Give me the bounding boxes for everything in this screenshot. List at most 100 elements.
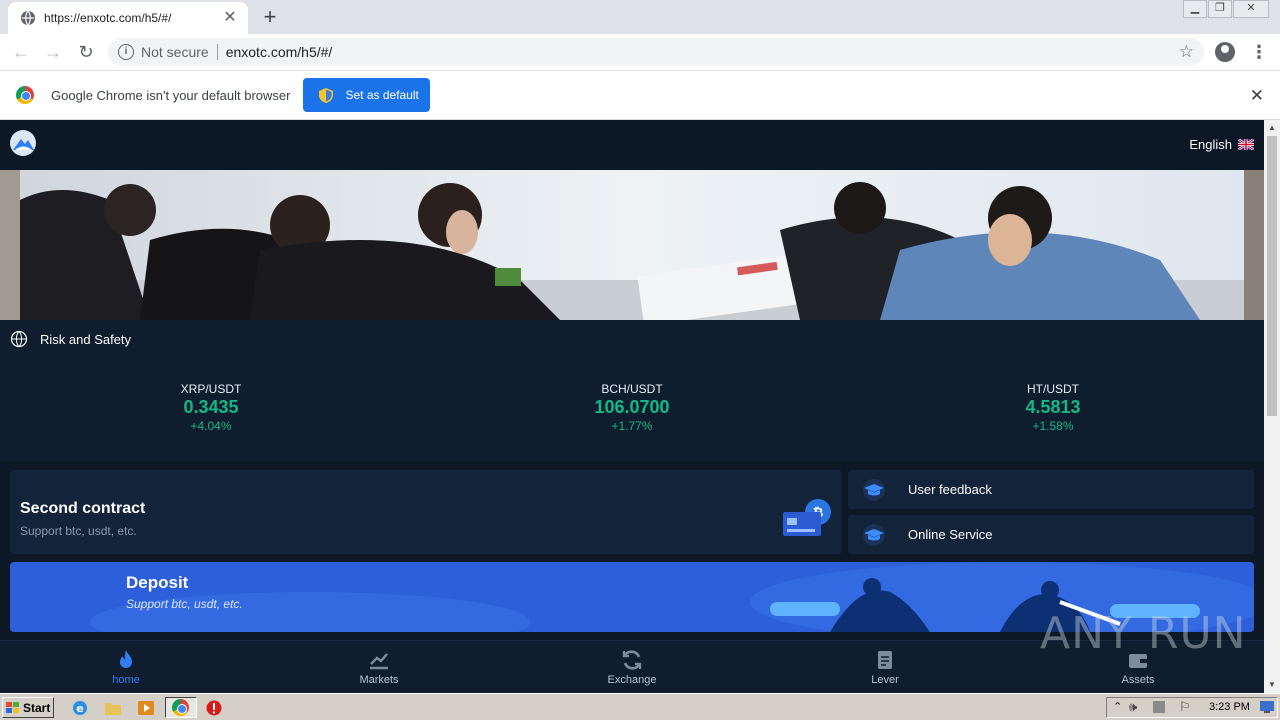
side-link-label: User feedback [908,482,992,497]
browser-toolbar: ← → ↻ i Not secure enxotc.com/h5/#/ ☆ ⋮ [0,34,1280,71]
ticker-change: +1.77% [611,419,653,433]
start-label: Start [23,700,51,715]
chrome-logo-icon [16,86,34,104]
banner-photo [20,170,1244,320]
flame-icon [120,650,132,668]
nav-home[interactable]: home [81,649,171,686]
windows-taskbar: Start e ⌃ 🕪 ⚐ 3:23 PM [0,693,1280,720]
ticker-xrp[interactable]: XRP/USDT 0.3435 +4.04% [111,382,311,433]
ticker-ht[interactable]: HT/USDT 4.5813 +1.58% [953,382,1153,433]
tab-close-icon[interactable]: ✕ [222,10,238,26]
scroll-down-icon[interactable]: ▼ [1264,677,1280,693]
nav-label: Markets [359,674,399,686]
ticker-price: 4.5813 [1025,397,1081,417]
default-browser-infobar: Google Chrome isn't your default browser… [0,71,1280,120]
folder-icon[interactable] [104,699,122,717]
security-label: Not secure [141,44,209,60]
language-selector[interactable]: English [1189,137,1254,152]
scroll-thumb[interactable] [1267,136,1277,416]
online-service-link[interactable]: Online Service [848,515,1254,554]
windows-logo-icon [6,701,19,713]
system-tray: ⌃ 🕪 ⚐ [1106,697,1278,718]
deposit-title: Deposit [126,573,189,592]
side-link-label: Online Service [908,527,993,542]
browser-tab[interactable]: https://enxotc.com/h5/#/ ✕ [8,2,248,34]
ticker-price: 106.0700 [594,397,670,417]
chrome-menu-icon[interactable]: ⋮ [1250,40,1268,64]
tab-strip: https://enxotc.com/h5/#/ ✕ + ▁ ❐ ✕ [0,0,1280,34]
restore-button[interactable]: ❐ [1208,0,1232,18]
tray-expand-icon[interactable]: ⌃ [1113,700,1122,713]
nav-label: Exchange [607,674,657,686]
network-icon[interactable] [1153,701,1165,713]
svg-text:e: e [76,702,83,715]
ticker-strip: XRP/USDT 0.3435 +4.04% BCH/USDT 106.0700… [0,382,1264,462]
tab-title: https://enxotc.com/h5/#/ [44,11,172,25]
show-desktop-icon[interactable] [1259,700,1275,714]
chrome-icon [172,699,189,716]
new-tab-button[interactable]: + [258,6,282,30]
url-text[interactable]: enxotc.com/h5/#/ [226,44,333,60]
ie-icon[interactable]: e [71,699,89,717]
bookmark-star-icon[interactable]: ☆ [1179,42,1194,62]
reload-button[interactable]: ↻ [75,41,97,63]
chart-icon [370,653,388,670]
nav-label: home [112,674,140,686]
risk-label: Risk and Safety [40,331,132,347]
banner-next-slide-edge [1244,170,1264,320]
address-bar[interactable]: i Not secure enxotc.com/h5/#/ ☆ [108,38,1204,66]
window-close-button[interactable]: ✕ [1233,0,1269,18]
ticker-pair: XRP/USDT [180,382,242,396]
ticker-pair: HT/USDT [1027,382,1079,396]
nav-label: Assets [1121,674,1155,686]
globe-icon [21,10,35,26]
forward-button[interactable]: → [42,41,64,63]
taskbar-clock[interactable]: 3:23 PM [1209,701,1250,713]
ticker-bch[interactable]: BCH/USDT 106.0700 +1.77% [532,382,732,433]
risk-and-safety-link[interactable]: Risk and Safety [10,330,131,348]
uk-flag-icon [1238,139,1254,150]
ticker-change: +1.58% [1032,419,1074,433]
shield-icon [319,87,334,103]
graduation-cap-icon [863,523,885,546]
start-button[interactable]: Start [2,697,54,718]
back-button[interactable]: ← [10,41,32,63]
nav-markets[interactable]: Markets [334,649,424,686]
set-default-button[interactable]: Set as default [303,78,431,112]
globe-icon [10,330,28,348]
site-logo[interactable] [10,130,36,156]
infobar-close-icon[interactable]: ✕ [1250,86,1264,106]
omnibox-divider [216,44,218,60]
document-icon [878,651,892,669]
flag-icon[interactable]: ⚐ [1179,699,1191,715]
infobar-message: Google Chrome isn't your default browser [51,87,291,103]
page-scrollbar[interactable]: ▲ ▼ [1264,120,1280,693]
account-icon[interactable] [1215,42,1235,62]
graduation-cap-icon [863,478,885,501]
logo-mountain-icon [13,139,34,150]
minimize-button[interactable]: ▁ [1183,0,1207,18]
hero-banner[interactable] [0,170,1264,320]
anyrun-watermark: ANY RUN [1040,608,1247,659]
stop-icon[interactable] [205,699,223,717]
media-player-icon[interactable] [137,699,155,717]
set-default-label: Set as default [345,88,419,102]
language-label: English [1189,137,1232,152]
chrome-taskbar-button[interactable] [165,697,197,718]
nav-exchange[interactable]: Exchange [587,649,677,686]
bitcoin-card-icon: ₿ [783,499,831,536]
nav-label: Lever [871,674,899,686]
scroll-up-icon[interactable]: ▲ [1264,120,1280,136]
info-icon[interactable]: i [118,44,134,60]
contract-title: Second contract [20,500,146,517]
volume-icon[interactable]: 🕪 [1129,699,1137,715]
user-feedback-link[interactable]: User feedback [848,470,1254,509]
nav-lever[interactable]: Lever [840,649,930,686]
site-header: English [0,120,1264,170]
second-contract-card[interactable]: Second contract Support btc, usdt, etc. … [10,470,842,554]
ticker-price: 0.3435 [183,397,239,417]
ticker-pair: BCH/USDT [601,382,663,396]
ticker-change: +4.04% [190,419,232,433]
refresh-icon [622,650,642,670]
deposit-subtitle: Support btc, usdt, etc. [126,597,243,611]
